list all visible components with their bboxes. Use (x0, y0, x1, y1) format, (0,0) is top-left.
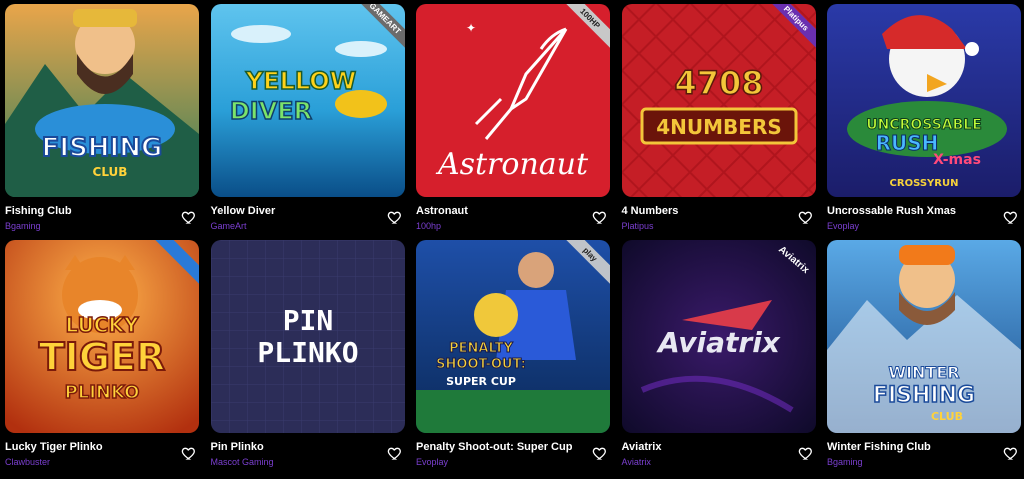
game-title[interactable]: 4 Numbers (622, 205, 679, 217)
art-line-1: PIN (282, 304, 333, 337)
art-line-2: 4NUMBERS (656, 115, 782, 139)
heart-outline-icon[interactable] (1003, 209, 1019, 225)
art-line-1: LUCKY (66, 313, 139, 337)
heart-outline-icon[interactable] (798, 209, 814, 225)
game-provider[interactable]: Bgaming (5, 221, 41, 231)
game-card[interactable]: UNCROSSABLE RUSH X-mas CROSSYRUN Uncross… (827, 4, 1021, 231)
art-line-1: Astronaut (435, 147, 589, 182)
fishing-club-art: FISHING CLUB (5, 4, 199, 197)
game-provider[interactable]: Platipus (622, 221, 654, 231)
game-thumbnail[interactable]: UNCROSSABLE RUSH X-mas CROSSYRUN (827, 4, 1021, 197)
art-line-1: Aviatrix (656, 326, 781, 359)
game-title[interactable]: Lucky Tiger Plinko (5, 441, 103, 453)
game-provider[interactable]: Bgaming (827, 457, 863, 467)
heart-outline-icon[interactable] (1003, 445, 1019, 461)
game-card[interactable]: Aviatrix Aviatrix Aviatrix Aviatrix (621, 240, 816, 467)
art-line-4: CROSSYRUN (890, 178, 959, 189)
game-thumbnail[interactable]: ✦ Astronaut 100HP (416, 4, 610, 197)
art-line-1: 4708 (674, 64, 763, 102)
heart-outline-icon[interactable] (798, 445, 814, 461)
game-thumbnail[interactable]: YELLOW DIVER GAMEART (210, 4, 405, 197)
heart-outline-icon[interactable] (387, 445, 403, 461)
provider-ribbon: 100HP (556, 4, 610, 58)
art-line-3: X-mas (933, 152, 981, 168)
provider-ribbon: Platipus (761, 4, 816, 58)
heart-outline-icon[interactable] (592, 445, 608, 461)
art-line-1: FISHING (42, 133, 163, 163)
game-card[interactable]: ✦ Astronaut 100HP Astronaut 100hp (416, 4, 610, 231)
game-provider[interactable]: Evoplay (416, 457, 448, 467)
game-thumbnail[interactable]: FISHING CLUB (5, 4, 199, 197)
art-line-2: TIGER (39, 335, 165, 379)
art-line-2: DIVER (229, 97, 311, 125)
heart-outline-icon[interactable] (387, 209, 403, 225)
game-card[interactable]: FISHING CLUB Fishing Club Bgaming (5, 4, 199, 231)
winter-fishing-art: WINTER FISHING CLUB (827, 240, 1021, 433)
ribbon-label: 100HP (556, 4, 610, 53)
aviatrix-art: Aviatrix Aviatrix (621, 240, 816, 433)
game-provider[interactable]: Evoplay (827, 221, 859, 231)
ribbon-label: Platipus (761, 4, 816, 53)
game-provider[interactable]: 100hp (416, 221, 441, 231)
provider-ribbon: play (556, 240, 610, 294)
game-title[interactable]: Pin Plinko (211, 441, 264, 453)
heart-outline-icon[interactable] (181, 209, 197, 225)
game-provider[interactable]: GameArt (211, 221, 247, 231)
art-line-1: PENALTY (449, 341, 513, 356)
game-provider[interactable]: Aviatrix (622, 457, 651, 467)
games-grid: FISHING CLUB Fishing Club Bgaming YELLOW… (0, 0, 1024, 467)
game-thumbnail[interactable]: LUCKY TIGER PLINKO . (5, 240, 199, 433)
art-line-2: SHOOT-OUT: (436, 357, 526, 372)
ribbon-label: GAMEART (350, 4, 405, 53)
art-line-1: WINTER (888, 363, 959, 382)
art-line-2: CLUB (93, 165, 128, 179)
game-provider[interactable]: Clawbuster (5, 457, 50, 467)
game-thumbnail[interactable]: 4708 4NUMBERS Platipus (621, 4, 816, 197)
art-line-3: CLUB (931, 410, 963, 423)
art-line-2: RUSH (876, 131, 939, 155)
game-card[interactable]: PIN PLINKO Pin Plinko Mascot Gaming (210, 240, 405, 467)
art-line-1: YELLOW (244, 67, 355, 95)
pin-plinko-art: PIN PLINKO (210, 240, 405, 433)
game-title[interactable]: Uncrossable Rush Xmas (827, 205, 956, 217)
game-card[interactable]: 4708 4NUMBERS Platipus 4 Numbers Platipu… (621, 4, 816, 231)
game-title[interactable]: Yellow Diver (211, 205, 276, 217)
art-line-2: FISHING (873, 383, 975, 408)
game-title[interactable]: Aviatrix (622, 441, 662, 453)
game-title[interactable]: Fishing Club (5, 205, 72, 217)
provider-ribbon: . (145, 240, 199, 294)
art-line-3: PLINKO (65, 382, 140, 403)
game-thumbnail[interactable]: PIN PLINKO (210, 240, 405, 433)
heart-outline-icon[interactable] (592, 209, 608, 225)
provider-ribbon: GAMEART (350, 4, 405, 58)
ribbon-label: play (556, 240, 610, 289)
heart-outline-icon[interactable] (181, 445, 197, 461)
game-provider[interactable]: Mascot Gaming (211, 457, 274, 467)
game-thumbnail[interactable]: PENALTY SHOOT-OUT: SUPER CUP play (416, 240, 610, 433)
game-thumbnail[interactable]: Aviatrix Aviatrix (621, 240, 816, 433)
art-line-2: PLINKO (257, 336, 358, 369)
game-title[interactable]: Winter Fishing Club (827, 441, 931, 453)
star-icon: ✦ (466, 21, 476, 35)
game-card[interactable]: LUCKY TIGER PLINKO . Lucky Tiger Plinko … (5, 240, 199, 467)
game-thumbnail[interactable]: WINTER FISHING CLUB (827, 240, 1021, 433)
game-card[interactable]: PENALTY SHOOT-OUT: SUPER CUP play Penalt… (416, 240, 610, 467)
uncrossable-rush-art: UNCROSSABLE RUSH X-mas CROSSYRUN (827, 4, 1021, 197)
art-line-3: SUPER CUP (446, 375, 516, 388)
ribbon-label: . (145, 240, 199, 289)
game-card[interactable]: WINTER FISHING CLUB Winter Fishing Club … (827, 240, 1021, 467)
game-title[interactable]: Astronaut (416, 205, 468, 217)
game-title[interactable]: Penalty Shoot-out: Super Cup (416, 441, 572, 453)
game-card[interactable]: YELLOW DIVER GAMEART Yellow Diver GameAr… (210, 4, 405, 231)
